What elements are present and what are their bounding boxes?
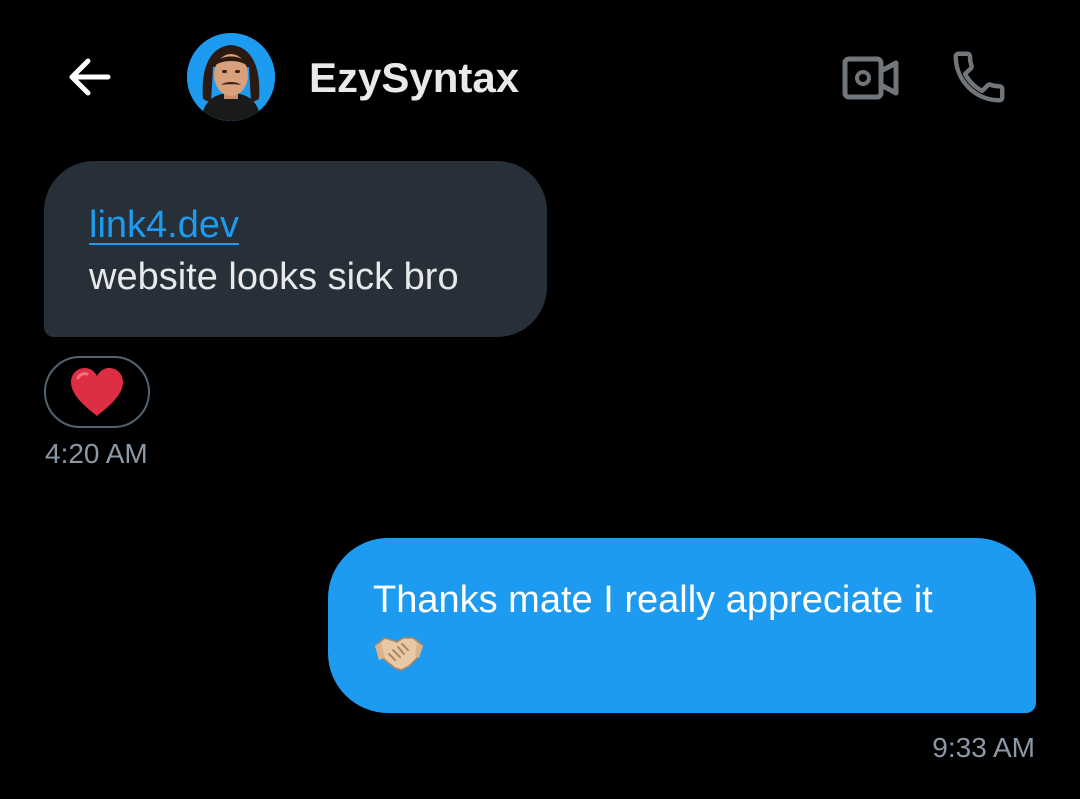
- phone-icon: [953, 51, 1005, 103]
- message-text: website looks sick bro: [89, 256, 459, 298]
- message-text: Thanks mate I really appreciate it: [373, 579, 933, 621]
- conversation-header: EzySyntax: [0, 0, 1080, 150]
- avatar-image: [187, 33, 275, 121]
- avatar[interactable]: [187, 33, 275, 121]
- message-link[interactable]: link4.dev: [89, 199, 517, 251]
- video-camera-icon: [842, 56, 899, 100]
- message-timestamp: 9:33 AM: [932, 732, 1035, 763]
- arrow-left-icon: [69, 58, 111, 96]
- message-timestamp: 4:20 AM: [45, 438, 148, 469]
- outgoing-message-bubble[interactable]: Thanks mate I really appreciate it: [328, 538, 1036, 713]
- video-call-button[interactable]: [836, 48, 906, 108]
- reaction-badge[interactable]: [44, 356, 150, 428]
- incoming-message-bubble[interactable]: link4.dev website looks sick bro: [44, 161, 547, 337]
- heart-emoji-icon: [71, 368, 123, 416]
- handshake-emoji-icon: [374, 637, 424, 671]
- back-button[interactable]: [58, 50, 120, 104]
- contact-name[interactable]: EzySyntax: [309, 52, 519, 104]
- voice-call-button[interactable]: [944, 44, 1014, 110]
